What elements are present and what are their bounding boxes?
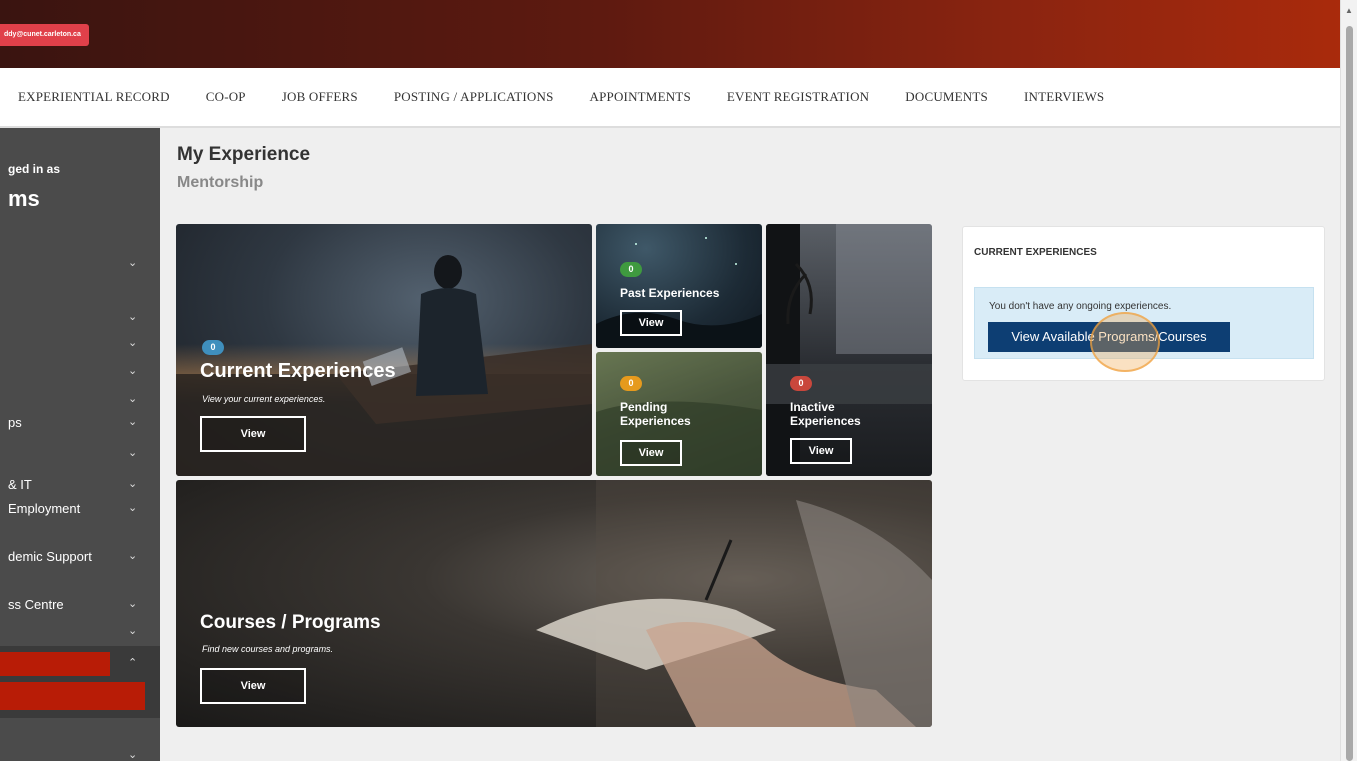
current-count-badge: 0 [202,340,224,355]
chevron-down-icon: ⌄ [128,502,138,514]
inactive-experiences-tile[interactable]: 0 Inactive Experiences View [766,224,932,476]
current-experiences-desc: View your current experiences. [202,394,326,404]
inactive-view-button[interactable]: View [790,438,852,464]
sidebar-active-subitem[interactable] [0,682,145,710]
top-banner: ddy@cunet.carleton.ca [0,0,1340,68]
chevron-down-icon: ⌄ [128,749,138,761]
chevron-up-icon: ⌃ [128,657,138,669]
nav-appointments[interactable]: APPOINTMENTS [590,89,691,105]
logged-in-label: ged in as [8,162,61,176]
main-nav: EXPERIENTIAL RECORD CO-OP JOB OFFERS POS… [0,68,1340,128]
courses-programs-desc: Find new courses and programs. [202,644,334,654]
chevron-down-icon: ⌄ [128,598,138,610]
current-experiences-tile[interactable]: 0 Current Experiences View your current … [176,224,592,476]
current-experiences-title: Current Experiences [200,360,396,382]
sidebar-item[interactable]: demic Support ⌄ [0,549,160,567]
scroll-up-arrow-icon[interactable]: ▲ [1345,6,1353,15]
sidebar-item[interactable]: ps ⌄ [0,415,160,433]
logged-in-name: ms [8,186,40,211]
sidebar-item[interactable]: ⌄ [0,364,160,382]
nav-posting-applications[interactable]: POSTING / APPLICATIONS [394,89,554,105]
sidebar-item[interactable]: ⌃ [0,656,160,674]
sidebar-item[interactable]: ⌄ [0,336,160,354]
chevron-down-icon: ⌄ [128,625,138,637]
courses-programs-title: Courses / Programs [200,612,381,633]
no-experiences-message: You don't have any ongoing experiences. [989,301,1172,312]
page-title: My Experience [177,144,311,165]
chevron-down-icon: ⌄ [128,550,138,562]
chevron-down-icon: ⌄ [128,311,138,323]
past-experiences-tile[interactable]: 0 Past Experiences View [596,224,762,348]
sidebar-item[interactable]: ⌄ [0,256,160,274]
past-count-badge: 0 [620,262,642,277]
chevron-down-icon: ⌄ [128,393,138,405]
sidebar-item[interactable]: ⌄ [0,310,160,328]
nav-documents[interactable]: DOCUMENTS [905,89,988,105]
pending-count-badge: 0 [620,376,642,391]
nav-job-offers[interactable]: JOB OFFERS [282,89,358,105]
nav-experiential-record[interactable]: EXPERIENTIAL RECORD [18,89,170,105]
past-experiences-title: Past Experiences [620,286,720,300]
scroll-thumb[interactable] [1346,26,1353,761]
nav-co-op[interactable]: CO-OP [206,89,246,105]
sidebar-item[interactable]: ⌄ [0,748,160,761]
current-experiences-card-title: CURRENT EXPERIENCES [974,247,1097,258]
chevron-down-icon: ⌄ [128,416,138,428]
courses-programs-tile[interactable]: Courses / Programs Find new courses and … [176,480,932,727]
nav-interviews[interactable]: INTERVIEWS [1024,89,1104,105]
chevron-down-icon: ⌄ [128,337,138,349]
chevron-down-icon: ⌄ [128,257,138,269]
inactive-experiences-title: Inactive Experiences [790,400,861,428]
sidebar-item[interactable]: ss Centre ⌄ [0,597,160,615]
no-experiences-alert: You don't have any ongoing experiences. … [974,287,1314,359]
current-experiences-card: CURRENT EXPERIENCES You don't have any o… [962,226,1325,381]
sidebar: ged in as ms ⌄ ⌄ ⌄ ⌄ ⌄ ps ⌄ ⌄ & IT ⌄ Emplo… [0,128,160,761]
page-subtitle: Mentorship [177,174,264,191]
nav-event-registration[interactable]: EVENT REGISTRATION [727,89,869,105]
chevron-down-icon: ⌄ [128,365,138,377]
sidebar-item[interactable]: Employment ⌄ [0,501,160,519]
inactive-count-badge: 0 [790,376,812,391]
current-view-button[interactable]: View [200,416,306,452]
view-available-programs-button[interactable]: View Available Programs/Courses [988,322,1230,352]
chevron-down-icon: ⌄ [128,447,138,459]
pending-view-button[interactable]: View [620,440,682,466]
courses-view-button[interactable]: View [200,668,306,704]
page-scrollbar[interactable]: ▲ [1340,0,1357,761]
chevron-down-icon: ⌄ [128,478,138,490]
pending-experiences-title: Pending Experiences [620,400,691,428]
sidebar-item[interactable]: ⌄ [0,392,160,410]
sidebar-item[interactable]: ⌄ [0,624,160,642]
sidebar-item[interactable]: & IT ⌄ [0,477,160,495]
past-view-button[interactable]: View [620,310,682,336]
pending-experiences-tile[interactable]: 0 Pending Experiences View [596,352,762,476]
user-email-badge[interactable]: ddy@cunet.carleton.ca [0,24,89,46]
sidebar-item[interactable]: ⌄ [0,446,160,464]
